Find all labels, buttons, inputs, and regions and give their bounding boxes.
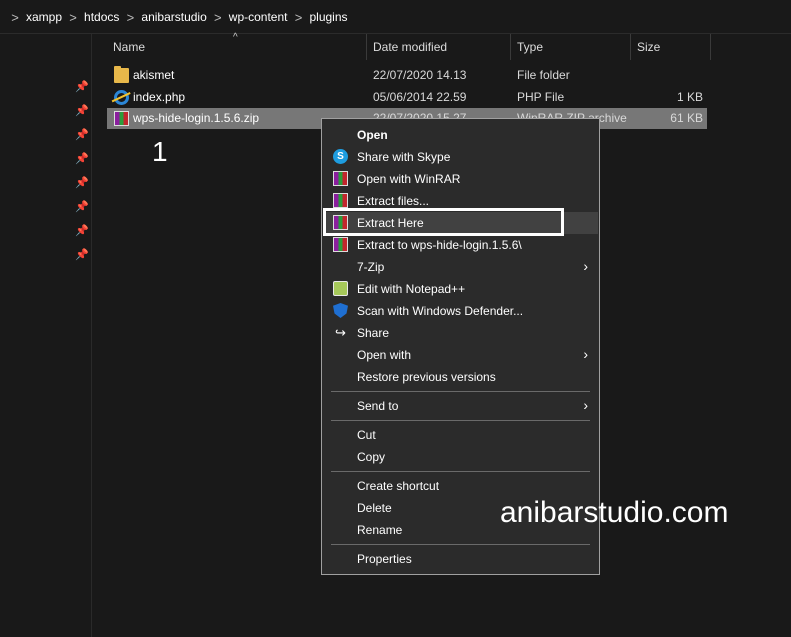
file-name: wps-hide-login.1.5.6.zip	[133, 111, 260, 125]
internet-explorer-icon	[114, 90, 129, 105]
menu-label: Rename	[357, 523, 403, 537]
pin-icon[interactable]: 📌	[75, 152, 89, 166]
pin-icon[interactable]: 📌	[75, 176, 89, 190]
breadcrumb: > xampp > htdocs > anibarstudio > wp-con…	[4, 6, 347, 28]
menu-label: Scan with Windows Defender...	[357, 304, 524, 318]
notepad-plus-plus-icon	[333, 281, 348, 296]
step-1-label: 1	[152, 136, 168, 167]
pin-icon[interactable]: 📌	[75, 128, 89, 142]
folder-icon	[114, 66, 129, 83]
menu-label: Send to	[357, 399, 399, 413]
file-type: PHP File	[517, 90, 565, 104]
menu-label: Open with	[357, 348, 412, 362]
watermark: anibarstudio.com	[500, 496, 729, 529]
column-header-name[interactable]: Name	[107, 34, 367, 60]
winrar-icon	[333, 237, 348, 252]
address-bar[interactable]: > xampp > htdocs > anibarstudio > wp-con…	[0, 0, 791, 34]
breadcrumb-item-xampp[interactable]: xampp	[26, 10, 62, 24]
menu-item-cut[interactable]: Cut	[323, 424, 598, 446]
winrar-icon	[333, 171, 348, 186]
chevron-right-icon: ›	[583, 397, 588, 413]
breadcrumb-item-plugins[interactable]: plugins	[309, 10, 347, 24]
chevron-right-icon[interactable]: >	[207, 10, 229, 25]
column-header-type[interactable]: Type	[511, 34, 631, 60]
file-date: 05/06/2014 22.59	[373, 90, 467, 104]
menu-label: Cut	[357, 428, 376, 442]
pin-icon[interactable]: 📌	[75, 248, 89, 262]
menu-item-open[interactable]: Open	[323, 124, 598, 146]
menu-item-edit-notepad[interactable]: Edit with Notepad++	[323, 278, 598, 300]
menu-separator	[331, 420, 590, 421]
menu-item-restore-versions[interactable]: Restore previous versions	[323, 366, 598, 388]
menu-label: Copy	[357, 450, 386, 464]
chevron-right-icon: ›	[583, 258, 588, 274]
file-row-index-php[interactable]: index.php 05/06/2014 22.59 PHP File 1 KB	[107, 87, 707, 108]
menu-item-copy[interactable]: Copy	[323, 446, 598, 468]
menu-item-scan-defender[interactable]: Scan with Windows Defender...	[323, 300, 598, 322]
menu-label: Properties	[357, 552, 412, 566]
menu-label: Open	[357, 128, 388, 142]
menu-label: Share	[357, 326, 390, 340]
pin-icon[interactable]: 📌	[75, 80, 89, 94]
skype-icon: S	[333, 149, 348, 164]
column-headers: ^ Name Date modified Type Size	[107, 32, 791, 60]
pin-icon[interactable]: 📌	[75, 200, 89, 214]
file-type: File folder	[517, 68, 570, 82]
breadcrumb-item-wp-content[interactable]: wp-content	[229, 10, 288, 24]
menu-label: Create shortcut	[357, 479, 440, 493]
menu-item-open-winrar[interactable]: Open with WinRAR	[323, 168, 598, 190]
menu-item-open-with[interactable]: Open with ›	[323, 344, 598, 366]
chevron-right-icon[interactable]: >	[4, 10, 26, 25]
menu-separator	[331, 544, 590, 545]
file-date: 22/07/2020 14.13	[373, 68, 467, 82]
menu-item-send-to[interactable]: Send to ›	[323, 395, 598, 417]
column-header-size[interactable]: Size	[631, 34, 711, 60]
chevron-right-icon[interactable]: >	[62, 10, 84, 25]
menu-label: Edit with Notepad++	[357, 282, 466, 296]
menu-item-properties[interactable]: Properties	[323, 548, 598, 570]
menu-label: Delete	[357, 501, 392, 515]
menu-label: 7-Zip	[357, 260, 385, 274]
menu-label: Restore previous versions	[357, 370, 496, 384]
menu-item-7-zip[interactable]: 7-Zip ›	[323, 256, 598, 278]
menu-item-share[interactable]: ↪ Share	[323, 322, 598, 344]
column-header-date[interactable]: Date modified	[367, 34, 511, 60]
breadcrumb-item-htdocs[interactable]: htdocs	[84, 10, 119, 24]
file-name: akismet	[133, 68, 175, 82]
menu-item-create-shortcut[interactable]: Create shortcut	[323, 475, 598, 497]
file-row-akismet[interactable]: akismet 22/07/2020 14.13 File folder	[107, 65, 707, 86]
pin-icon[interactable]: 📌	[75, 224, 89, 238]
menu-label: Share with Skype	[357, 150, 451, 164]
file-size: 61 KB	[670, 111, 703, 125]
winrar-icon	[114, 111, 129, 126]
menu-label: Extract to wps-hide-login.1.5.6\	[357, 238, 522, 252]
chevron-right-icon[interactable]: >	[287, 10, 309, 25]
navigation-pane[interactable]: 📌 📌 📌 📌 📌 📌 📌 📌	[0, 34, 92, 637]
breadcrumb-item-anibarstudio[interactable]: anibarstudio	[141, 10, 206, 24]
file-size: 1 KB	[676, 90, 703, 104]
menu-label: Extract files...	[357, 194, 430, 208]
menu-separator	[331, 471, 590, 472]
menu-item-share-skype[interactable]: S Share with Skype	[323, 146, 598, 168]
windows-defender-icon	[333, 303, 348, 318]
winrar-icon	[333, 193, 348, 208]
menu-separator	[331, 391, 590, 392]
share-icon: ↪	[335, 325, 346, 340]
pin-icon[interactable]: 📌	[75, 104, 89, 118]
file-name: index.php	[133, 90, 186, 104]
chevron-right-icon[interactable]: >	[119, 10, 141, 25]
menu-item-extract-to[interactable]: Extract to wps-hide-login.1.5.6\	[323, 234, 598, 256]
highlight-box	[323, 208, 564, 236]
menu-label: Open with WinRAR	[357, 172, 461, 186]
chevron-right-icon: ›	[583, 346, 588, 362]
